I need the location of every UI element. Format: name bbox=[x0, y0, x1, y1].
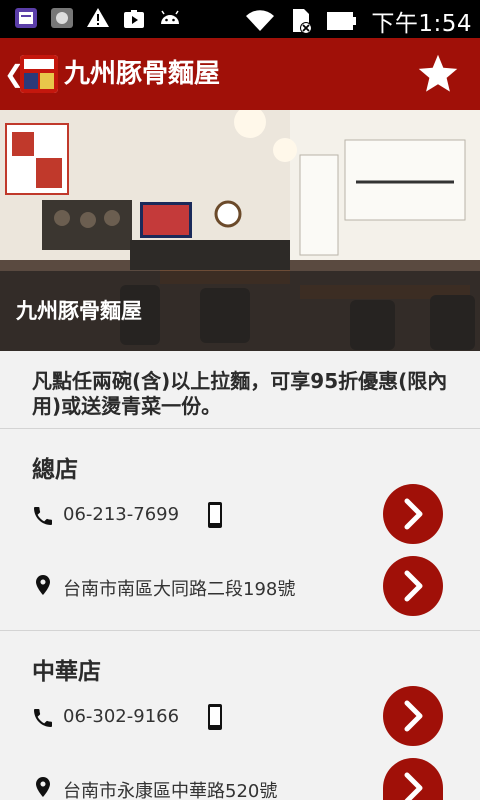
mobile-phone-icon[interactable] bbox=[204, 703, 226, 731]
map-button[interactable] bbox=[383, 758, 443, 800]
app-notification-icon bbox=[14, 6, 38, 30]
phone-icon bbox=[34, 709, 52, 727]
address[interactable]: 台南市南區大同路二段198號 bbox=[63, 575, 295, 601]
mobile-phone-icon[interactable] bbox=[204, 501, 226, 529]
branch-card: 中華店 06-302-9166 台南市永康區中華路520號 bbox=[0, 632, 480, 800]
sim-blocked-icon bbox=[289, 9, 313, 34]
app-title: 九州豚骨麵屋 bbox=[64, 59, 221, 89]
chevron-right-icon bbox=[404, 772, 423, 800]
favorite-button[interactable] bbox=[416, 52, 460, 96]
branch-card: 總店 06-213-7699 台南市南區大同路二段198號 bbox=[0, 430, 480, 631]
map-button[interactable] bbox=[383, 556, 443, 616]
status-time: 下午1:54 bbox=[371, 11, 472, 37]
phone-number[interactable]: 06-302-9166 bbox=[63, 706, 179, 727]
chevron-right-icon bbox=[404, 498, 423, 530]
phone-icon bbox=[34, 507, 52, 525]
warning-icon bbox=[86, 6, 110, 30]
gallery-notification-icon bbox=[50, 6, 74, 30]
status-bar: 下午1:54 bbox=[0, 0, 480, 38]
location-pin-icon bbox=[36, 575, 50, 595]
restaurant-photo: 九州豚骨麵屋 bbox=[0, 110, 480, 351]
location-pin-icon bbox=[36, 777, 50, 797]
wifi-icon bbox=[245, 9, 275, 33]
call-button[interactable] bbox=[383, 484, 443, 544]
call-button[interactable] bbox=[383, 686, 443, 746]
branch-name: 中華店 bbox=[32, 659, 101, 685]
promo-text: 凡點任兩碗(含)以上拉麵，可享95折優惠(限內用)或送燙青菜一份。 bbox=[32, 369, 448, 418]
app-logo[interactable] bbox=[20, 55, 58, 93]
hero-caption-bar: 九州豚骨麵屋 bbox=[0, 271, 480, 351]
address[interactable]: 台南市永康區中華路520號 bbox=[63, 777, 277, 800]
chevron-right-icon bbox=[404, 700, 423, 732]
android-icon bbox=[158, 6, 182, 30]
branch-name: 總店 bbox=[32, 457, 78, 483]
media-icon bbox=[122, 6, 146, 30]
chevron-right-icon bbox=[404, 570, 423, 602]
app-bar: ❮ 九州豚骨麵屋 bbox=[0, 38, 480, 110]
star-icon bbox=[418, 54, 458, 92]
promo-section: 凡點任兩碗(含)以上拉麵，可享95折優惠(限內用)或送燙青菜一份。 bbox=[0, 351, 480, 429]
battery-icon bbox=[327, 9, 357, 33]
phone-number[interactable]: 06-213-7699 bbox=[63, 504, 179, 525]
hero-caption: 九州豚骨麵屋 bbox=[16, 299, 142, 323]
